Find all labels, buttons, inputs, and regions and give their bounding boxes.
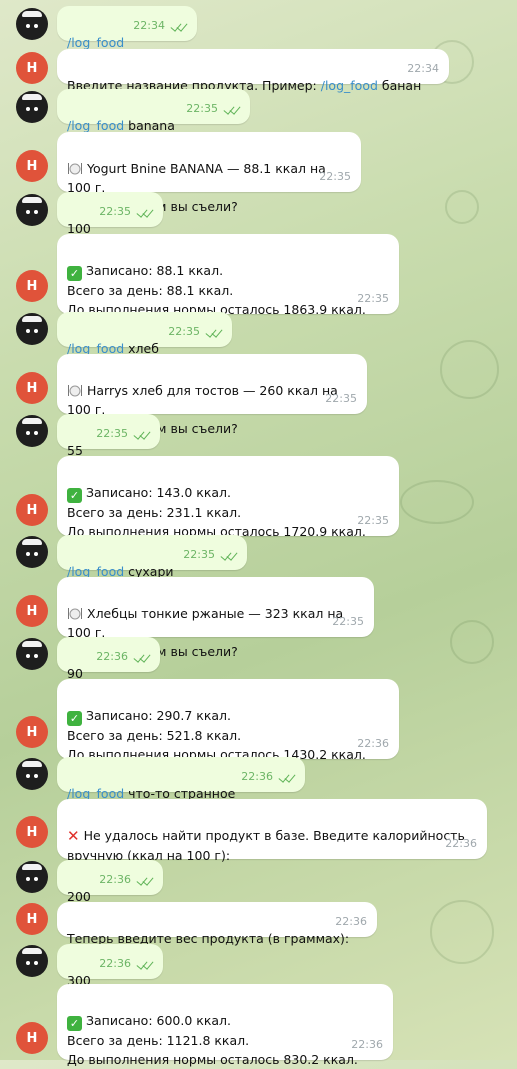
incoming-message[interactable]: Хлебцы тонкие ржаные — 323 ккал на 100 г… [57, 577, 374, 659]
double-check-icon [134, 432, 150, 442]
outgoing-message[interactable]: /log_food что-то странное 22:36 [57, 757, 305, 801]
message-time: 22:34 [133, 19, 165, 32]
incoming-message[interactable]: ✓ Записано: 88.1 ккал. Всего за день: 88.… [57, 234, 399, 317]
message-time: 22:35 [319, 170, 351, 183]
message-time: 22:36 [351, 1038, 383, 1051]
bot-avatar[interactable]: Н [16, 716, 48, 748]
double-check-icon [206, 330, 222, 340]
message-time: 22:35 [168, 325, 200, 338]
message-time: 22:36 [241, 770, 273, 783]
plate-icon [68, 385, 82, 397]
message-text: Записано: 290.7 ккал. Всего за день: 521… [67, 708, 366, 762]
message-time: 22:35 [332, 615, 364, 628]
message-time: 22:36 [96, 650, 128, 663]
user-avatar[interactable] [16, 313, 48, 345]
outgoing-message[interactable]: 300 22:36 [57, 944, 163, 988]
message-time: 22:36 [99, 957, 131, 970]
user-avatar[interactable] [16, 861, 48, 893]
user-avatar[interactable] [16, 638, 48, 670]
outgoing-message[interactable]: /log_food 22:34 [57, 6, 197, 50]
outgoing-message[interactable]: 200 22:36 [57, 860, 163, 904]
outgoing-message[interactable]: /log_food хлеб 22:35 [57, 312, 232, 356]
user-avatar[interactable] [16, 8, 48, 40]
background-doodle [430, 900, 494, 964]
plate-icon [68, 608, 82, 620]
outgoing-message[interactable]: /log_food banana 22:35 [57, 89, 250, 133]
command-link[interactable]: /log_food [67, 118, 124, 133]
message-time: 22:35 [357, 514, 389, 527]
incoming-message[interactable]: ✓ Записано: 290.7 ккал. Всего за день: 52… [57, 679, 399, 762]
bot-avatar[interactable]: Н [16, 595, 48, 627]
message-text: Записано: 600.0 ккал. Всего за день: 112… [67, 1013, 358, 1067]
double-check-icon [224, 107, 240, 117]
outgoing-message[interactable]: 55 22:35 [57, 414, 160, 458]
incoming-message[interactable]: ✓ Записано: 143.0 ккал. Всего за день: 23… [57, 456, 399, 539]
outgoing-message[interactable]: 100 22:35 [57, 192, 163, 236]
user-avatar[interactable] [16, 415, 48, 447]
double-check-icon [137, 210, 153, 220]
message-time: 22:36 [99, 873, 131, 886]
incoming-message[interactable]: Введите название продукта. Пример: /log_… [57, 49, 449, 93]
message-text: банан [377, 78, 422, 93]
message-time: 22:35 [183, 548, 215, 561]
bot-avatar[interactable]: Н [16, 52, 48, 84]
message-time: 22:35 [186, 102, 218, 115]
background-doodle [440, 340, 499, 399]
bot-avatar[interactable]: Н [16, 270, 48, 302]
command-link[interactable]: /log_food [67, 35, 124, 50]
bot-avatar[interactable]: Н [16, 816, 48, 848]
bot-avatar[interactable]: Н [16, 1022, 48, 1054]
message-time: 22:35 [96, 427, 128, 440]
user-avatar[interactable] [16, 194, 48, 226]
check-mark-icon: ✓ [67, 488, 82, 503]
cross-mark-icon: ✕ [67, 827, 80, 845]
check-mark-icon: ✓ [67, 711, 82, 726]
message-time: 22:36 [445, 837, 477, 850]
incoming-message[interactable]: Yogurt Bnine BANANA — 88.1 ккал на 100 г… [57, 132, 361, 214]
message-text: banana [124, 118, 175, 133]
message-time: 22:35 [99, 205, 131, 218]
message-time: 22:36 [335, 915, 367, 928]
check-mark-icon: ✓ [67, 266, 82, 281]
user-avatar[interactable] [16, 758, 48, 790]
double-check-icon [134, 655, 150, 665]
message-time: 22:35 [357, 292, 389, 305]
double-check-icon [221, 553, 237, 563]
message-time: 22:35 [325, 392, 357, 405]
double-check-icon [137, 878, 153, 888]
bot-avatar[interactable]: Н [16, 903, 48, 935]
incoming-message[interactable]: ✕ Не удалось найти продукт в базе. Введит… [57, 799, 487, 863]
user-avatar[interactable] [16, 91, 48, 123]
bot-avatar[interactable]: Н [16, 150, 48, 182]
user-avatar[interactable] [16, 945, 48, 977]
message-time: 22:34 [407, 62, 439, 75]
double-check-icon [171, 24, 187, 34]
outgoing-message[interactable]: 90 22:36 [57, 637, 160, 681]
background-doodle [450, 620, 494, 664]
double-check-icon [279, 775, 295, 785]
check-mark-icon: ✓ [67, 1016, 82, 1031]
plate-icon [68, 163, 82, 175]
double-check-icon [137, 962, 153, 972]
message-text: Не удалось найти продукт в базе. Введите… [67, 828, 465, 863]
background-doodle [445, 190, 479, 224]
message-time: 22:36 [357, 737, 389, 750]
incoming-message[interactable]: Harrys хлеб для тостов — 260 ккал на 100… [57, 354, 367, 436]
background-doodle [400, 480, 474, 524]
incoming-message[interactable]: ✓ Записано: 600.0 ккал. Всего за день: 11… [57, 984, 393, 1067]
incoming-message[interactable]: Теперь введите вес продукта (в граммах):… [57, 902, 377, 946]
message-text: Записано: 88.1 ккал. Всего за день: 88.1… [67, 263, 366, 317]
message-text: Записано: 143.0 ккал. Всего за день: 231… [67, 485, 366, 539]
bot-avatar[interactable]: Н [16, 494, 48, 526]
outgoing-message[interactable]: /log_food сухари 22:35 [57, 535, 247, 579]
bot-avatar[interactable]: Н [16, 372, 48, 404]
command-link[interactable]: /log_food [321, 78, 378, 93]
user-avatar[interactable] [16, 536, 48, 568]
